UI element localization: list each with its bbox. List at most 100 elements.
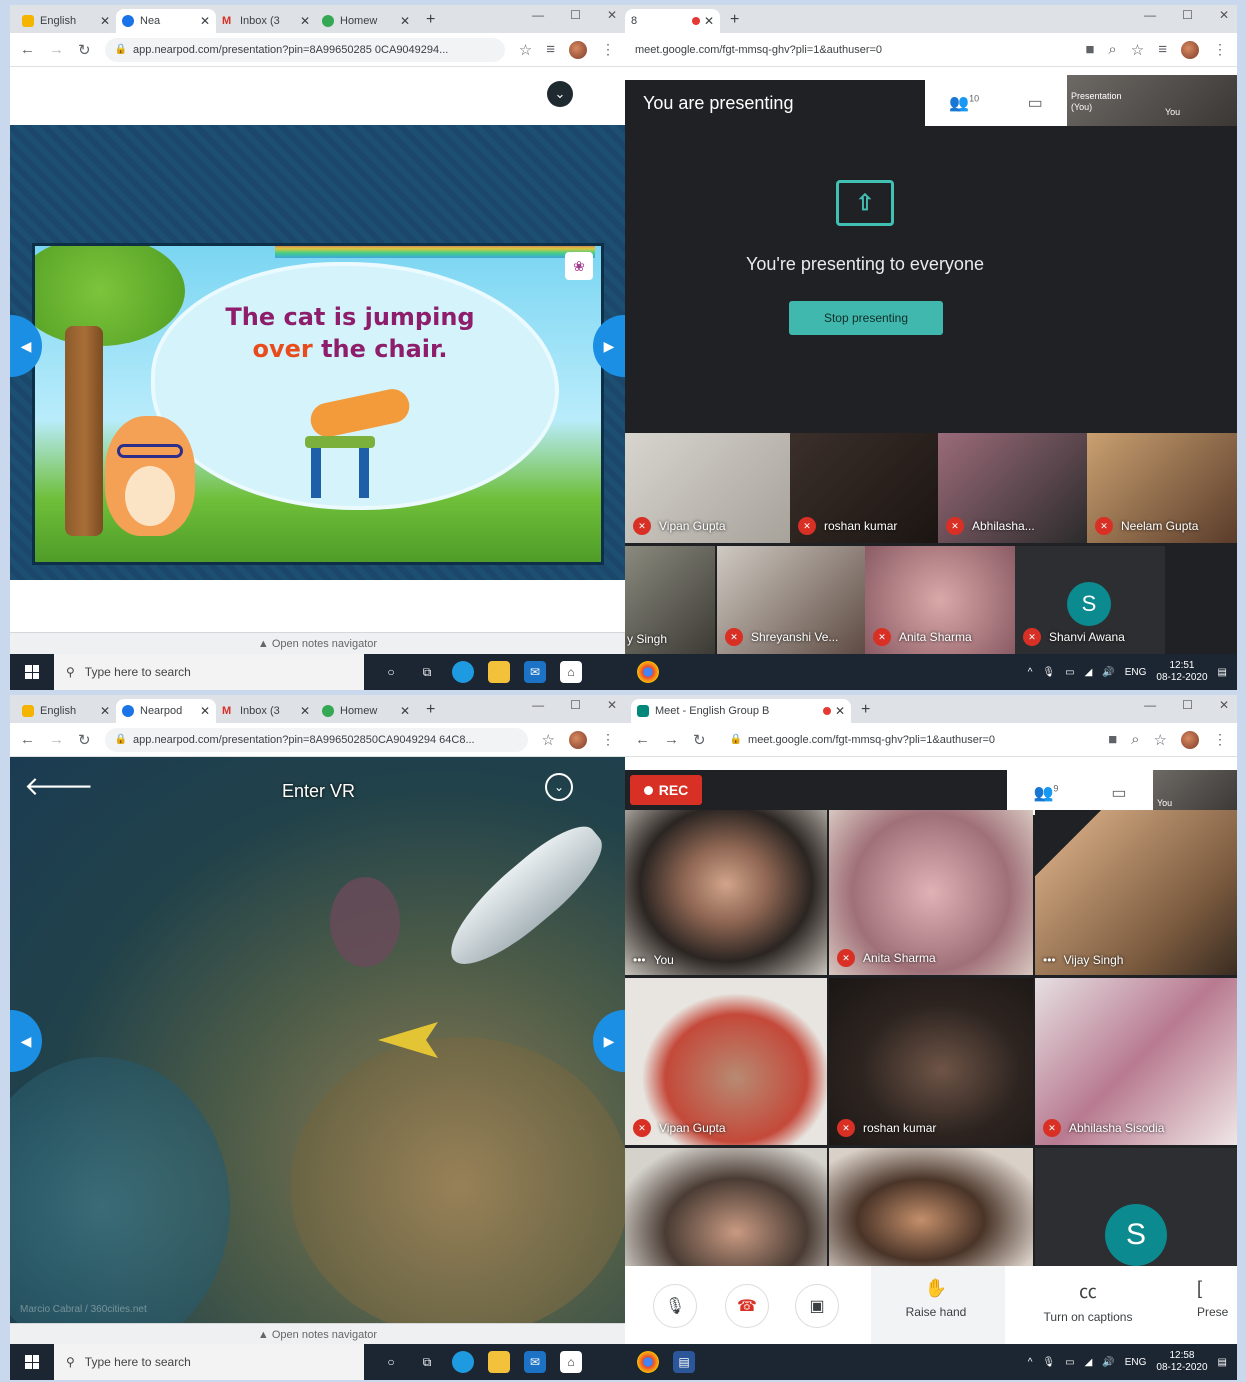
notification-icon[interactable]: ▤ xyxy=(1218,667,1227,678)
task-view-icon[interactable]: ⧉ xyxy=(416,661,438,683)
mic-icon[interactable]: 🎙 xyxy=(1042,1357,1055,1368)
open-notes-navigator[interactable]: ▲ Open notes navigator xyxy=(10,1323,625,1345)
chrome-icon[interactable] xyxy=(637,661,659,683)
playlist-icon[interactable]: ≡ xyxy=(546,41,555,58)
close-icon[interactable]: ✕ xyxy=(400,704,410,718)
battery-icon[interactable]: ▭ xyxy=(1065,667,1074,678)
back-icon[interactable]: ← xyxy=(635,731,650,748)
wifi-icon[interactable]: ◢ xyxy=(1085,667,1093,678)
store-icon[interactable]: ⌂ xyxy=(560,1351,582,1373)
url-field[interactable]: 🔒 app.nearpod.com/presentation?pin=8A9965… xyxy=(104,37,505,62)
open-notes-navigator[interactable]: ▲ Open notes navigator xyxy=(10,632,625,654)
tab-homework[interactable]: Homew ✕ xyxy=(316,9,416,33)
close-icon[interactable]: ✕ xyxy=(300,704,310,718)
edge-icon[interactable] xyxy=(452,1351,474,1373)
minimize-icon[interactable]: — xyxy=(532,8,544,22)
minimize-icon[interactable]: — xyxy=(532,698,544,712)
notification-icon[interactable]: ▤ xyxy=(1218,1357,1227,1368)
star-icon[interactable]: ☆ xyxy=(519,41,532,59)
mic-icon[interactable]: 🎙 xyxy=(1042,667,1055,678)
forward-icon[interactable]: → xyxy=(664,731,679,748)
file-explorer-icon[interactable] xyxy=(488,1351,510,1373)
close-icon[interactable]: ✕ xyxy=(100,704,110,718)
camera-icon[interactable]: ■ xyxy=(1085,41,1094,58)
tab-meet[interactable]: 8 ✕ xyxy=(625,9,720,33)
tab-english[interactable]: English ✕ xyxy=(16,699,116,723)
profile-avatar[interactable] xyxy=(1181,730,1199,749)
more-options-icon[interactable]: ••• xyxy=(1043,953,1056,967)
raise-hand-button[interactable]: ✋ Raise hand xyxy=(881,1278,991,1319)
enter-vr-button[interactable]: Enter VR xyxy=(282,781,355,802)
zoom-icon[interactable]: ⌕ xyxy=(1131,731,1139,748)
volume-icon[interactable]: 🔊 xyxy=(1102,667,1114,678)
volume-icon[interactable]: 🔊 xyxy=(1102,1357,1114,1368)
captions-button[interactable]: ㏄ Turn on captions xyxy=(1023,1278,1153,1324)
chat-icon[interactable]: ▭ xyxy=(1028,93,1043,113)
zoom-icon[interactable]: ⌕ xyxy=(1108,41,1116,58)
chevron-up-icon[interactable]: ^ xyxy=(1028,1357,1033,1368)
chrome-icon[interactable] xyxy=(637,1351,659,1373)
leave-call-button[interactable]: ☎ xyxy=(725,1284,769,1328)
mic-button[interactable]: 🎙 xyxy=(653,1284,697,1328)
back-arrow-icon[interactable]: 🡐 xyxy=(24,771,94,802)
menu-icon[interactable]: ⋮ xyxy=(601,731,615,748)
file-explorer-icon[interactable] xyxy=(488,661,510,683)
new-tab-button[interactable]: + xyxy=(416,701,445,723)
menu-icon[interactable]: ⋮ xyxy=(1213,731,1227,748)
close-window-icon[interactable]: ✕ xyxy=(607,8,617,22)
tab-english[interactable]: English ✕ xyxy=(16,9,116,33)
vr-underwater-scene[interactable]: 🡐 Enter VR ⌄ Marcio Cabral / 360cities.n… xyxy=(10,757,625,1323)
minimize-icon[interactable]: — xyxy=(1144,8,1156,22)
playlist-icon[interactable]: ≡ xyxy=(1158,41,1167,58)
minimize-icon[interactable]: — xyxy=(1144,698,1156,712)
tab-inbox[interactable]: M Inbox (3 ✕ xyxy=(216,9,316,33)
cortana-icon[interactable]: ○ xyxy=(380,661,402,683)
start-button[interactable] xyxy=(10,654,54,690)
taskbar-search[interactable]: ⚲ Type here to search xyxy=(54,654,364,690)
more-options-icon[interactable]: ••• xyxy=(633,953,646,967)
url-field[interactable]: meet.google.com/fgt-mmsq-ghv?pli=1&authu… xyxy=(635,37,1072,62)
tab-nearpod[interactable]: Nea ✕ xyxy=(116,9,216,33)
tab-homework[interactable]: Homew ✕ xyxy=(316,699,416,723)
camera-icon[interactable]: ■ xyxy=(1108,731,1117,748)
url-field[interactable]: 🔒 app.nearpod.com/presentation?pin=8A9965… xyxy=(104,727,528,752)
language-indicator[interactable]: ENG xyxy=(1125,1357,1147,1368)
close-icon[interactable]: ✕ xyxy=(300,14,310,28)
tab-nearpod[interactable]: Nearpod ✕ xyxy=(116,699,216,723)
back-icon[interactable]: ← xyxy=(20,731,35,748)
close-icon[interactable]: ✕ xyxy=(704,14,714,28)
new-tab-button[interactable]: + xyxy=(851,701,880,723)
mail-icon[interactable]: ✉ xyxy=(524,661,546,683)
people-icon[interactable]: 👥9 xyxy=(1033,783,1058,803)
people-icon[interactable]: 👥10 xyxy=(949,93,979,113)
present-button[interactable]: [Prese xyxy=(1197,1278,1237,1319)
chevron-up-icon[interactable]: ^ xyxy=(1028,667,1033,678)
battery-icon[interactable]: ▭ xyxy=(1065,1357,1074,1368)
cortana-icon[interactable]: ○ xyxy=(380,1351,402,1373)
reload-icon[interactable]: ↻ xyxy=(78,731,91,749)
edge-icon[interactable] xyxy=(452,661,474,683)
reload-icon[interactable]: ↻ xyxy=(78,41,91,59)
wifi-icon[interactable]: ◢ xyxy=(1085,1357,1093,1368)
store-icon[interactable]: ⌂ xyxy=(560,661,582,683)
menu-icon[interactable]: ⋮ xyxy=(601,41,615,58)
close-icon[interactable]: ✕ xyxy=(100,14,110,28)
chevron-down-icon[interactable]: ⌄ xyxy=(547,81,573,107)
close-icon[interactable]: ✕ xyxy=(835,704,845,718)
url-field[interactable]: 🔒 meet.google.com/fgt-mmsq-ghv?pli=1&auth… xyxy=(719,727,1095,752)
maximize-icon[interactable]: ☐ xyxy=(570,698,581,712)
close-icon[interactable]: ✕ xyxy=(200,14,210,28)
star-icon[interactable]: ☆ xyxy=(1131,41,1144,59)
close-icon[interactable]: ✕ xyxy=(400,14,410,28)
maximize-icon[interactable]: ☐ xyxy=(570,8,581,22)
back-icon[interactable]: ← xyxy=(20,41,35,58)
menu-icon[interactable]: ⋮ xyxy=(1213,41,1227,58)
camera-button[interactable]: ▣ xyxy=(795,1284,839,1328)
profile-avatar[interactable] xyxy=(569,40,587,59)
profile-avatar[interactable] xyxy=(1181,40,1199,59)
close-window-icon[interactable]: ✕ xyxy=(607,698,617,712)
new-tab-button[interactable]: + xyxy=(416,11,445,33)
profile-avatar[interactable] xyxy=(569,730,587,749)
taskbar-search[interactable]: ⚲ Type here to search xyxy=(54,1344,364,1380)
word-icon[interactable]: ▤ xyxy=(673,1351,695,1373)
